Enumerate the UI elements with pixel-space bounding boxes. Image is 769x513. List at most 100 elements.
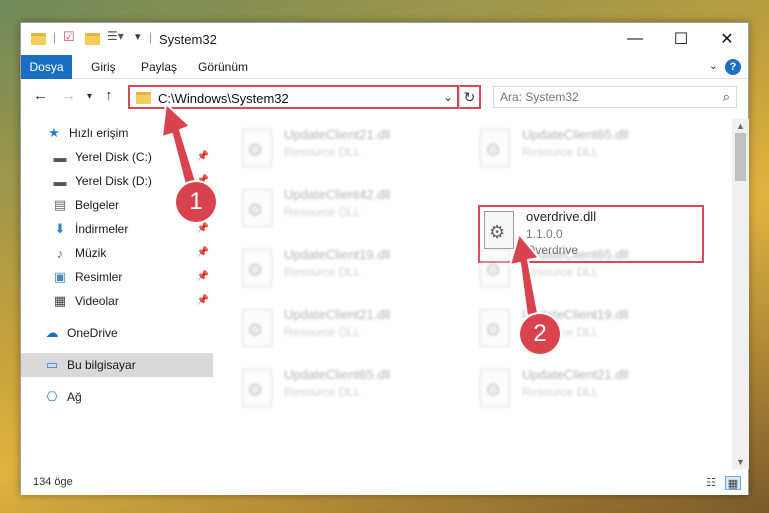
computer-icon: ▭ — [45, 357, 59, 372]
pin-icon[interactable]: 📌 — [197, 271, 209, 282]
gear-icon: ⚙ — [485, 260, 502, 280]
gear-icon: ⚙ — [485, 380, 502, 400]
gear-icon: ⚙ — [247, 320, 264, 340]
tab-share[interactable]: Paylaş — [141, 55, 177, 79]
file-name: UpdateClient21.dll — [284, 307, 391, 322]
sidebar-item-label: Müzik — [75, 246, 107, 260]
tab-view[interactable]: Görünüm — [198, 55, 248, 79]
dll-file-icon: ⚙ — [242, 309, 272, 347]
dll-file-icon: ⚙ — [480, 369, 510, 407]
file-name: UpdateClient21.dll — [284, 127, 391, 142]
minimize-button[interactable]: — — [612, 23, 658, 55]
file-type: Resource DLL — [284, 145, 361, 159]
file-item[interactable]: ⚙ UpdateClient21.dll Resource DLL — [234, 303, 464, 361]
sidebar-item-videos[interactable]: ▦ Videolar 📌 — [21, 289, 213, 313]
sidebar-item-network[interactable]: ⎔ Ağ — [21, 385, 213, 409]
step-2-badge: 2 — [520, 314, 560, 354]
sidebar-item-label: Resimler — [75, 270, 123, 284]
download-icon: ⬇ — [54, 221, 66, 236]
pin-icon[interactable]: 📌 — [197, 151, 209, 162]
item-count: 134 öge — [33, 476, 73, 488]
file-name: UpdateClient65.dll — [522, 247, 629, 262]
tab-file[interactable]: Dosya — [21, 55, 72, 79]
file-type: Resource DLL — [284, 205, 361, 219]
file-item[interactable]: ⚙ UpdateClient65.dll Resource DLL — [472, 123, 702, 181]
address-bar[interactable]: C:\Windows\System32 ⌄ — [128, 85, 459, 109]
file-item[interactable]: ⚙ UpdateClient42.dll Resource DLL — [234, 183, 464, 241]
file-item[interactable]: ⚙ UpdateClient65.dll Resource DLL — [472, 243, 702, 301]
file-type: Resource DLL — [522, 145, 599, 159]
dll-file-icon: ⚙ — [480, 129, 510, 167]
dll-file-icon: ⚙ — [480, 249, 510, 287]
separator: | — [149, 30, 153, 44]
dll-file-icon: ⚙ — [242, 189, 272, 227]
file-name: UpdateClient21.dll — [522, 367, 629, 382]
forward-arrow-icon[interactable]: → — [61, 87, 76, 104]
chevron-down-icon[interactable]: ⌄ — [709, 59, 718, 72]
sidebar-item-pictures[interactable]: ▣ Resimler 📌 — [21, 265, 213, 289]
file-name: UpdateClient65.dll — [522, 127, 629, 142]
file-name: UpdateClient65.dll — [284, 367, 391, 382]
file-item[interactable]: ⚙ UpdateClient21.dll Resource DLL — [472, 363, 702, 421]
navigation-pane: ★ Hızlı erişim ▬ Yerel Disk (C:) 📌 ▬ Yer… — [21, 119, 213, 469]
properties-icon[interactable]: ☑ — [63, 29, 75, 45]
sidebar-item-onedrive[interactable]: ☁ OneDrive — [21, 321, 213, 345]
search-input[interactable] — [500, 87, 710, 107]
pin-icon[interactable]: 📌 — [197, 295, 209, 306]
tab-home[interactable]: Giriş — [91, 55, 116, 79]
pin-icon[interactable]: 📌 — [197, 247, 209, 258]
folder-icon — [31, 33, 46, 45]
file-item[interactable]: ⚙ UpdateClient19.dll Resource DLL — [234, 243, 464, 301]
sidebar-item-label: Videolar — [75, 294, 119, 308]
file-type: Resource DLL — [522, 265, 599, 279]
chevron-down-icon[interactable]: ⌄ — [443, 90, 453, 104]
document-icon: ▤ — [53, 197, 67, 212]
sidebar-item-label: İndirmeler — [75, 222, 129, 236]
file-item[interactable]: ⚙ UpdateClient21.dll Resource DLL — [234, 123, 464, 181]
sidebar-item-quick-access[interactable]: ★ Hızlı erişim — [21, 121, 213, 145]
file-item[interactable]: ⚙ UpdateClient65.dll Resource DLL — [234, 363, 464, 421]
pin-icon[interactable]: 📌 — [197, 223, 209, 234]
recent-locations-icon[interactable]: ▾ — [87, 91, 92, 102]
sidebar-item-this-pc[interactable]: ▭ Bu bilgisayar — [21, 353, 213, 377]
scroll-up-icon[interactable]: ▲ — [736, 121, 745, 131]
network-icon: ⎔ — [46, 389, 58, 404]
sidebar-item-disk-c[interactable]: ▬ Yerel Disk (C:) 📌 — [21, 145, 213, 169]
sidebar-item-label: Belgeler — [75, 198, 120, 212]
large-icons-view-icon[interactable]: ▦ — [725, 476, 741, 490]
sidebar-item-music[interactable]: ♪ Müzik 📌 — [21, 241, 213, 265]
file-type: Resource DLL — [284, 325, 361, 339]
search-box[interactable]: ⌕ — [493, 86, 737, 108]
pictures-icon: ▣ — [53, 269, 67, 284]
maximize-button[interactable]: ☐ — [658, 23, 704, 55]
file-list: ⚙ UpdateClient21.dll Resource DLL ⚙ Upda… — [214, 119, 732, 469]
details-view-icon[interactable]: ☷ — [703, 476, 719, 490]
file-type: Resource DLL — [522, 385, 599, 399]
sidebar-item-downloads[interactable]: ⬇ İndirmeler 📌 — [21, 217, 213, 241]
star-icon: ★ — [48, 125, 60, 140]
scrollbar-thumb[interactable] — [735, 133, 746, 181]
sidebar-item-label: Yerel Disk (D:) — [75, 174, 152, 188]
file-name: UpdateClient42.dll — [284, 187, 391, 202]
toolbar-dropdown-icon[interactable]: ▾ — [135, 30, 141, 46]
file-type: Resource DLL — [284, 265, 361, 279]
up-arrow-icon[interactable]: ↑ — [105, 87, 113, 104]
address-path[interactable]: C:\Windows\System32 — [158, 91, 289, 106]
back-arrow-icon[interactable]: ← — [33, 87, 48, 104]
window-title: System32 — [159, 32, 217, 47]
new-folder-icon[interactable] — [85, 33, 100, 45]
vertical-scrollbar[interactable]: ▲ ▼ — [732, 119, 749, 469]
step-1-badge: 1 — [176, 182, 216, 222]
sidebar-item-label: Yerel Disk (C:) — [75, 150, 152, 164]
dll-file-icon: ⚙ — [480, 309, 510, 347]
close-button[interactable]: ✕ — [704, 23, 750, 55]
customize-toolbar-icon[interactable]: ☰▾ — [107, 29, 124, 45]
help-icon[interactable]: ? — [725, 59, 741, 75]
scroll-down-icon[interactable]: ▼ — [736, 457, 745, 467]
file-item[interactable]: ⚙ UpdateClient19.dll Resource DLL — [472, 303, 702, 361]
gear-icon: ⚙ — [485, 320, 502, 340]
search-icon[interactable]: ⌕ — [723, 89, 730, 105]
refresh-button[interactable]: ↻ — [459, 85, 481, 109]
folder-icon — [136, 92, 151, 104]
ribbon: Dosya Giriş Paylaş Görünüm ⌄ ? — [21, 55, 748, 79]
